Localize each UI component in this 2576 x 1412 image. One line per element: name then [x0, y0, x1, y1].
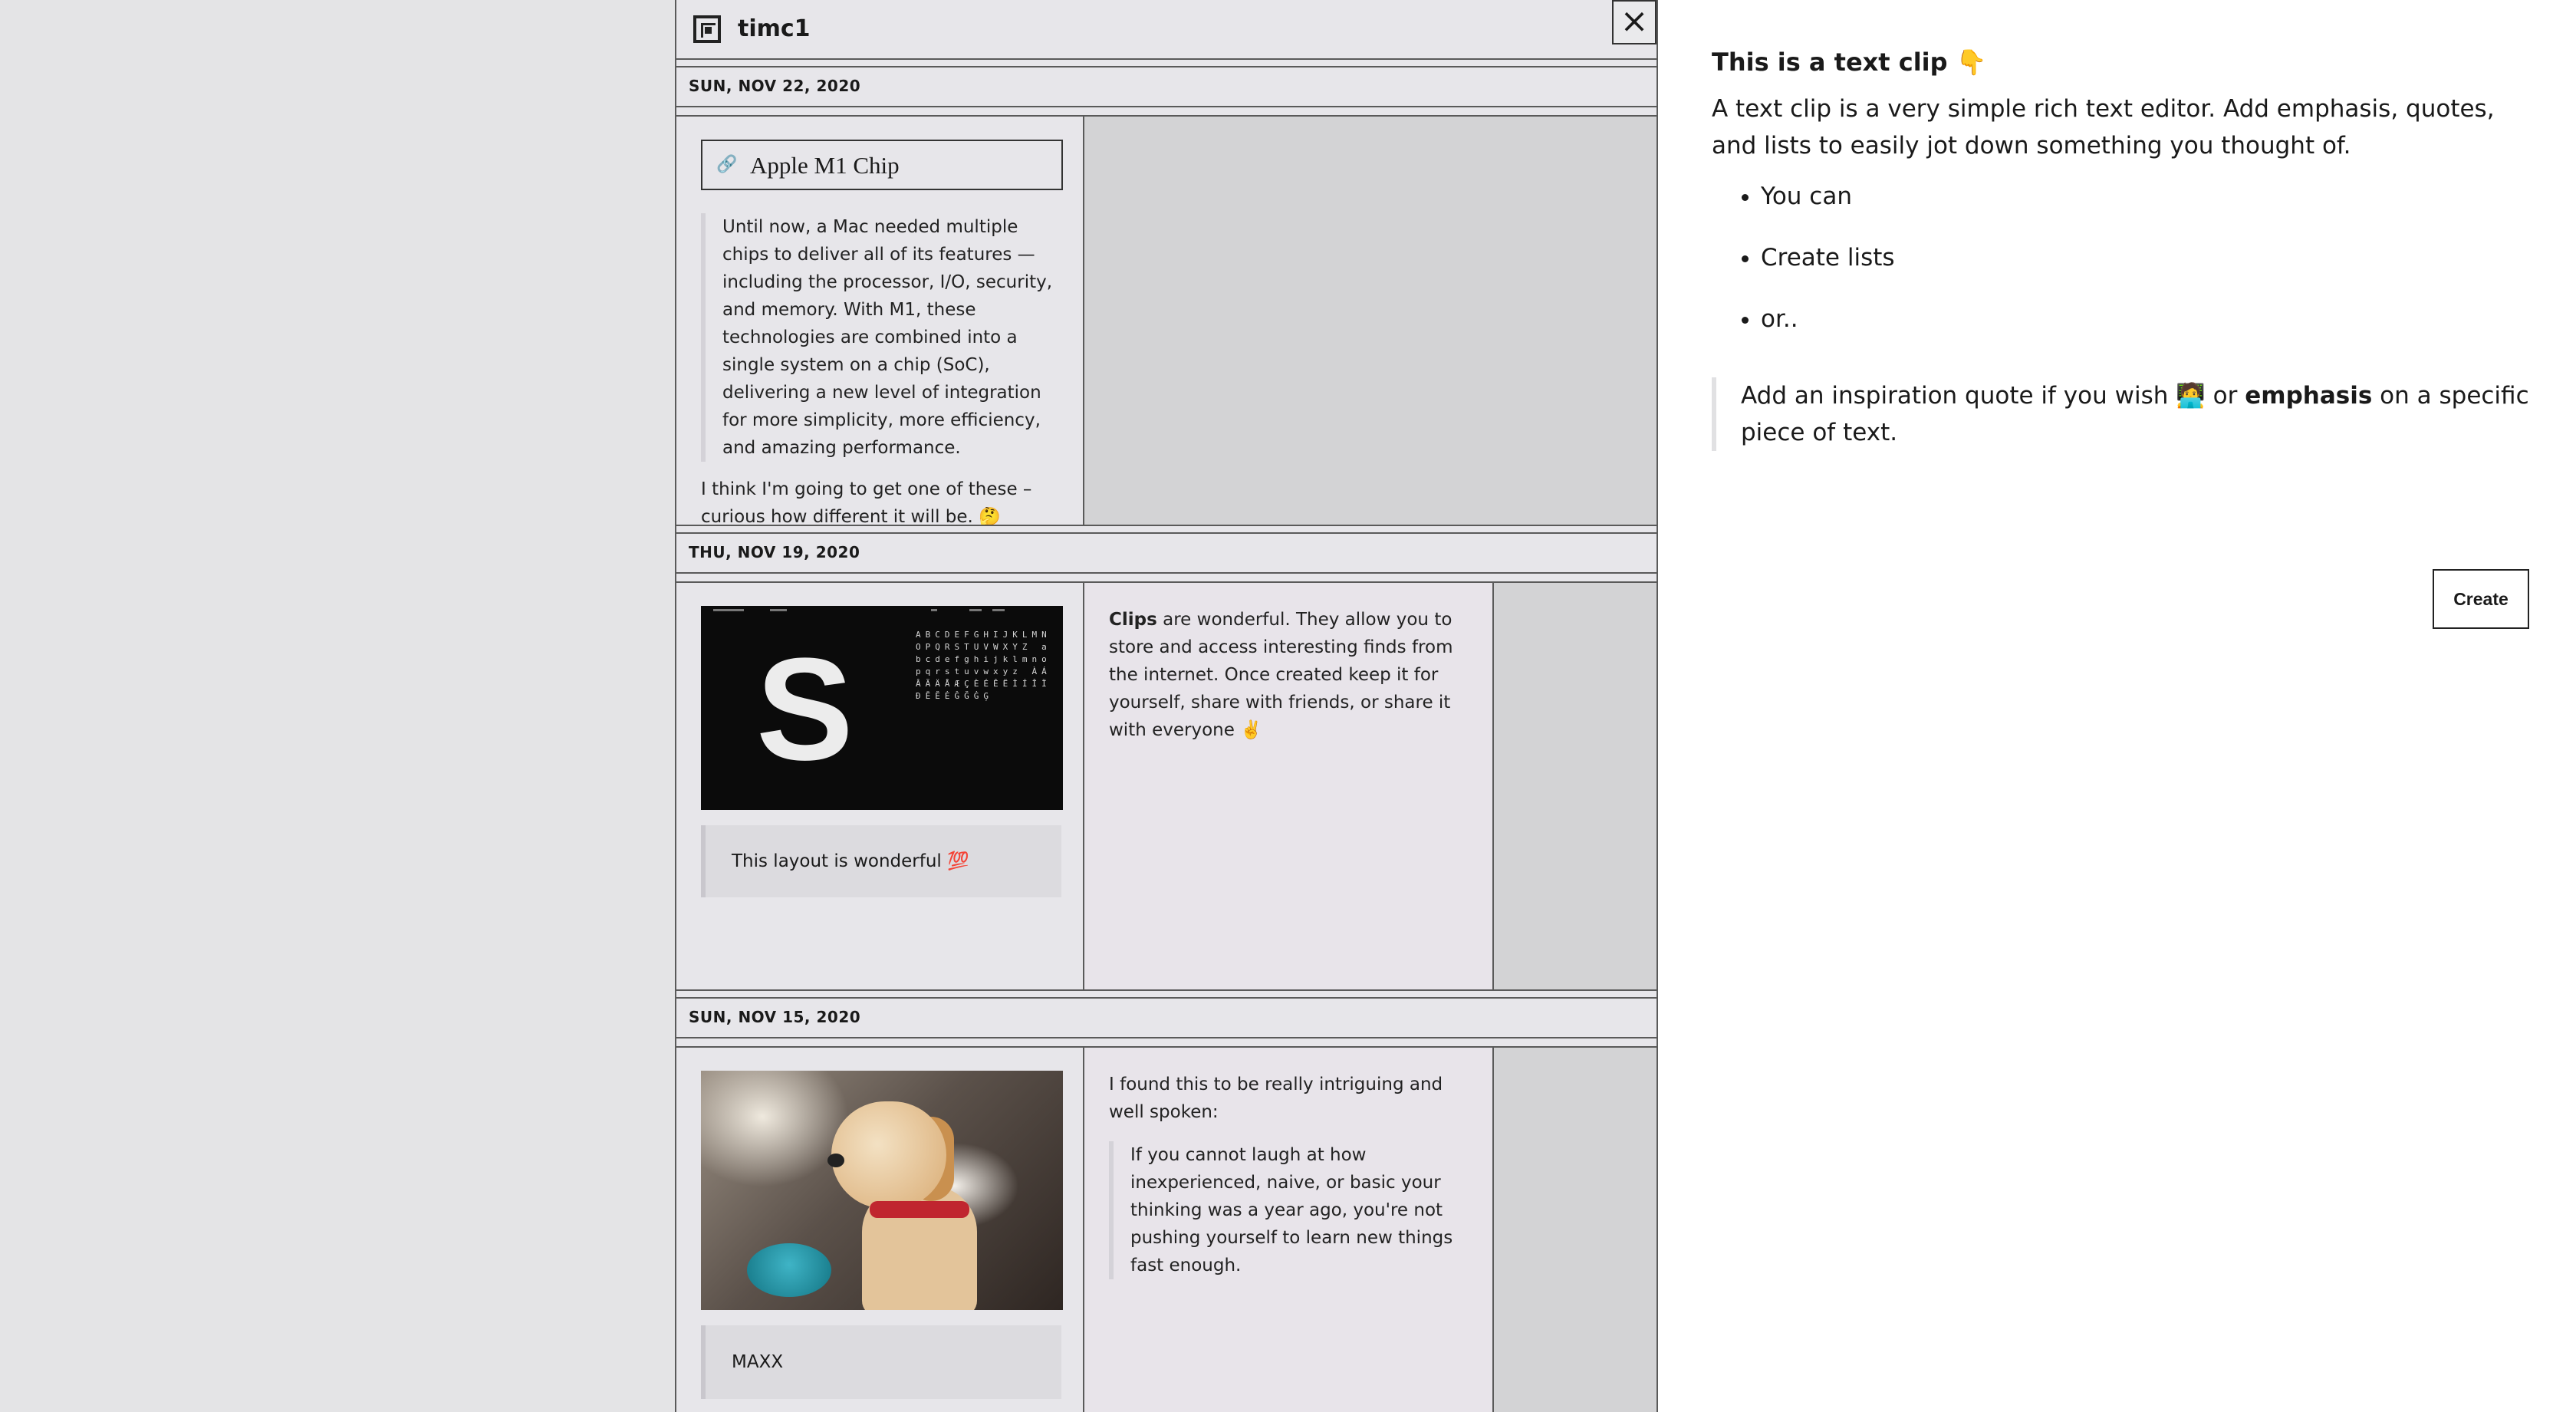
date-header: SUN, NOV 15, 2020 — [676, 997, 1656, 1038]
clip-card-image[interactable]: S ABCDEFGHIJKLMNOPQRSTUVWXYZ abcdefghijk… — [676, 583, 1084, 989]
date-label: THU, NOV 19, 2020 — [689, 543, 860, 561]
clip-card-image[interactable]: MAXX — [676, 1048, 1084, 1412]
date-header: SUN, NOV 22, 2020 — [676, 66, 1656, 107]
list-item: or.. — [1761, 301, 2532, 337]
link-icon: 🔗 — [716, 155, 738, 174]
empty-clip-slot — [1084, 117, 1656, 525]
clip-note: This layout is wonderful 💯 — [701, 825, 1061, 897]
clip-card-text[interactable]: Clips are wonderful. They allow you to s… — [1084, 583, 1494, 989]
app-header: timc1 × — [676, 0, 1656, 60]
clips-feed-window: timc1 × SUN, NOV 22, 2020 🔗 Apple M1 Chi… — [675, 0, 1658, 1412]
typeface-preview-image[interactable]: S ABCDEFGHIJKLMNOPQRSTUVWXYZ abcdefghijk… — [701, 606, 1063, 810]
link-title-box[interactable]: 🔗 Apple M1 Chip — [701, 140, 1063, 190]
date-header: THU, NOV 19, 2020 — [676, 532, 1656, 574]
username: timc1 — [738, 15, 811, 42]
puppy-photo[interactable] — [701, 1071, 1063, 1310]
clip-intro: I found this to be really intriguing and… — [1109, 1075, 1443, 1122]
link-title: Apple M1 Chip — [750, 152, 900, 179]
clip-text-bold: Clips — [1109, 610, 1157, 630]
clip-note: MAXX — [701, 1325, 1061, 1399]
clip-row: MAXX I found this to be really intriguin… — [676, 1046, 1656, 1412]
clip-quote: If you cannot laugh at how inexperienced… — [1109, 1141, 1468, 1279]
editor-intro: A text clip is a very simple rich text e… — [1712, 95, 2495, 160]
editor-quote: Add an inspiration quote if you wish 🧑‍💻… — [1712, 377, 2532, 451]
typeface-letter: S — [756, 628, 854, 791]
close-button[interactable]: × — [1612, 0, 1656, 44]
link-comment: I think I'm going to get one of these – … — [701, 479, 1032, 525]
clip-card-link[interactable]: 🔗 Apple M1 Chip Until now, a Mac needed … — [676, 117, 1084, 525]
clip-row: S ABCDEFGHIJKLMNOPQRSTUVWXYZ abcdefghijk… — [676, 581, 1656, 991]
clip-text: Clips are wonderful. They allow you to s… — [1109, 606, 1469, 744]
glyph-grid: ABCDEFGHIJKLMNOPQRSTUVWXYZ abcdefghijklm… — [916, 630, 1051, 701]
editor-content[interactable]: This is a text clip 👇 A text clip is a v… — [1712, 44, 2532, 451]
editor-title: This is a text clip 👇 — [1712, 48, 1987, 77]
clip-text-body: are wonderful. They allow you to store a… — [1109, 610, 1453, 740]
quote-text-a: Add an inspiration quote if you wish 🧑‍💻… — [1741, 382, 2245, 410]
list-item: You can — [1761, 178, 2532, 215]
empty-clip-slot — [1494, 583, 1656, 989]
link-quote: Until now, a Mac needed multiple chips t… — [701, 213, 1068, 462]
date-label: SUN, NOV 15, 2020 — [689, 1008, 861, 1026]
clip-row: 🔗 Apple M1 Chip Until now, a Mac needed … — [676, 115, 1656, 526]
create-button[interactable]: Create — [2433, 569, 2529, 629]
text-clip-editor: This is a text clip 👇 A text clip is a v… — [1658, 0, 2576, 1412]
editor-list: You can Create lists or.. — [1712, 178, 2532, 337]
list-item: Create lists — [1761, 239, 2532, 276]
empty-clip-slot — [1494, 1048, 1656, 1412]
date-label: SUN, NOV 22, 2020 — [689, 77, 861, 95]
clip-card-text[interactable]: I found this to be really intriguing and… — [1084, 1048, 1494, 1412]
quote-emphasis: emphasis — [2245, 382, 2373, 410]
app-logo-icon[interactable] — [693, 15, 721, 43]
